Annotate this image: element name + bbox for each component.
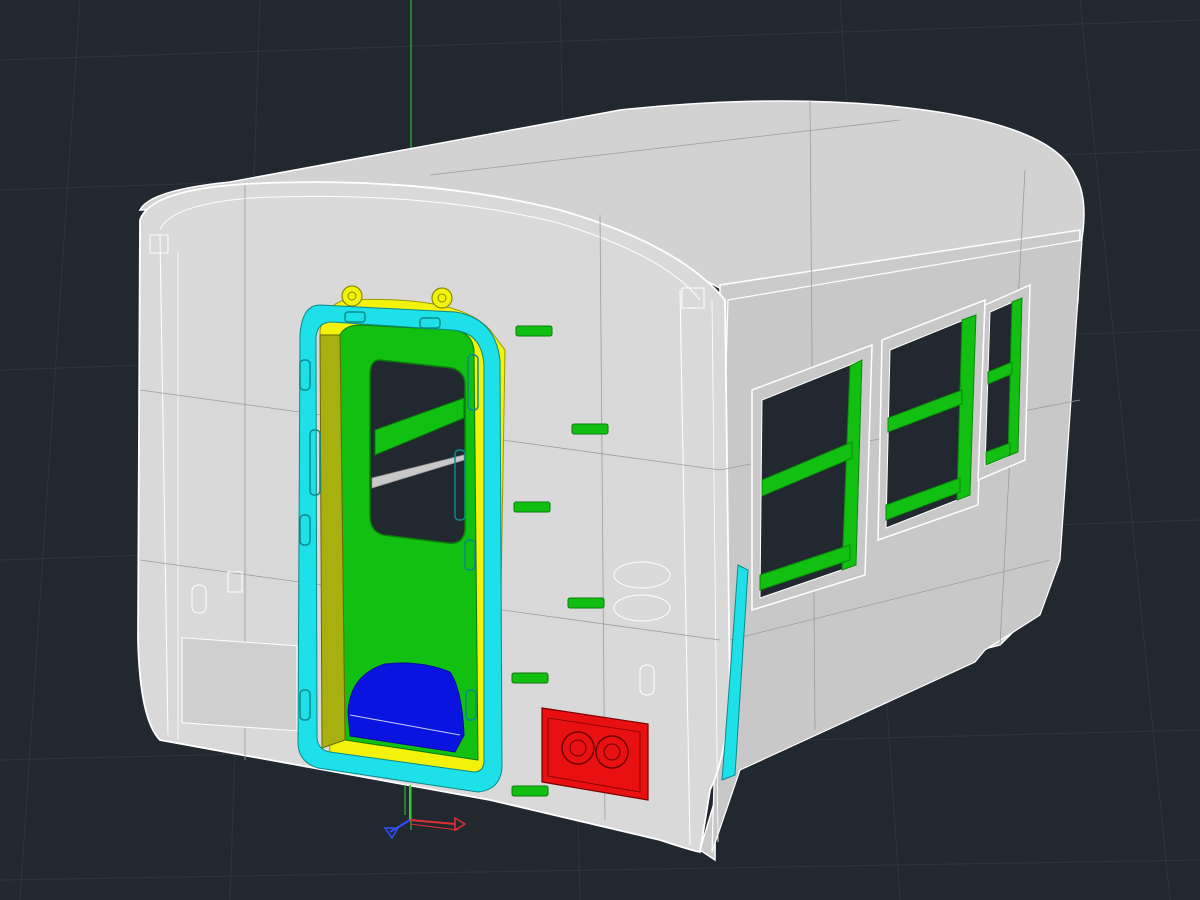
coupler-socket-right	[595, 735, 629, 769]
3d-model-viewport[interactable]	[0, 0, 1200, 900]
lower-panel	[181, 637, 298, 732]
door-seat	[347, 662, 465, 753]
bracket-2	[571, 423, 609, 435]
door-lug-right	[431, 287, 453, 309]
window-1	[751, 343, 873, 612]
window-3	[977, 283, 1031, 482]
bracket-1	[515, 325, 553, 337]
door-lug-left	[341, 285, 363, 307]
bracket-4	[567, 597, 605, 609]
coupler-socket-left	[561, 731, 595, 765]
end-door-assembly[interactable]	[297, 285, 506, 793]
bracket-6	[511, 785, 549, 797]
window-2	[877, 298, 986, 542]
bracket-5	[511, 672, 549, 684]
model-canvas[interactable]	[0, 0, 1200, 900]
bracket-3	[513, 501, 551, 513]
